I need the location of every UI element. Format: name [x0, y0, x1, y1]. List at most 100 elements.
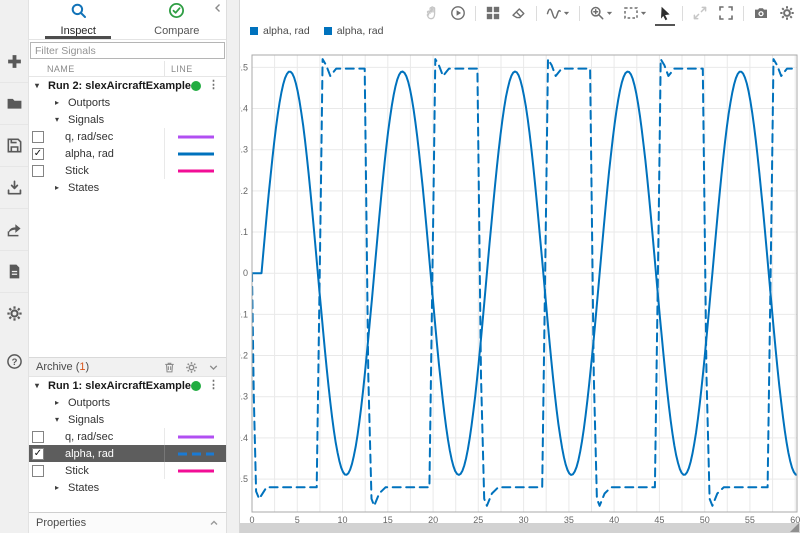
- plot-settings-button[interactable]: [778, 4, 796, 22]
- tree-collapsed-arrow-icon[interactable]: ▸: [55, 483, 64, 492]
- pan-tool-button[interactable]: [423, 4, 441, 22]
- play-circle-icon: [450, 5, 466, 21]
- signal-checkbox[interactable]: ✓: [32, 148, 44, 160]
- signal-line-swatch[interactable]: [178, 452, 214, 456]
- caret-down-icon: [640, 10, 647, 17]
- group-label: Signals: [68, 114, 104, 126]
- sidebar-tabs: Inspect Compare: [29, 0, 226, 40]
- legend-label: alpha, rad: [263, 25, 310, 37]
- run-row[interactable]: ▾Run 1: slexAircraftExample⋮: [29, 377, 226, 394]
- signal-row[interactable]: ✓ alpha, rad: [29, 145, 226, 162]
- archive-collapse-chevron-down-icon[interactable]: [207, 361, 220, 374]
- signal-checkbox[interactable]: ✓: [32, 448, 44, 460]
- sidebar-collapse-button[interactable]: [212, 2, 224, 14]
- fullscreen-button[interactable]: [717, 4, 735, 22]
- compare-check-icon: [168, 2, 185, 22]
- run-menu-kebab-icon[interactable]: ⋮: [208, 80, 219, 91]
- signal-checkbox[interactable]: [32, 165, 44, 177]
- tree-group-row[interactable]: ▸States: [29, 479, 226, 496]
- resize-grip-icon[interactable]: [790, 523, 799, 532]
- expand-button[interactable]: [691, 4, 709, 22]
- archive-header[interactable]: Archive (1): [29, 357, 226, 377]
- signal-row[interactable]: Stick: [29, 162, 226, 179]
- signal-line-swatch[interactable]: [178, 169, 214, 173]
- column-header-line: LINE: [164, 61, 226, 76]
- fit-to-view-button[interactable]: [622, 4, 648, 22]
- legend-swatch: [250, 27, 258, 35]
- tree-collapsed-arrow-icon[interactable]: ▸: [55, 183, 64, 192]
- zoom-icon: [589, 5, 605, 21]
- simulation-data-inspector-window: ? Inspect Compare NAME: [0, 0, 800, 533]
- signal-row[interactable]: Stick: [29, 462, 226, 479]
- replay-button[interactable]: [449, 4, 467, 22]
- help-button[interactable]: ?: [0, 340, 28, 382]
- signal-checkbox[interactable]: [32, 431, 44, 443]
- signal-name: alpha, rad: [65, 148, 114, 160]
- plot-panel: alpha, radalpha, rad 0510152025303540455…: [240, 0, 800, 533]
- archive-settings-gear-icon[interactable]: [185, 361, 198, 374]
- group-label: Signals: [68, 414, 104, 426]
- create-report-button[interactable]: [0, 250, 28, 292]
- tree-group-row[interactable]: ▸Outports: [29, 94, 226, 111]
- preferences-button[interactable]: [0, 292, 28, 334]
- signal-name: q, rad/sec: [65, 431, 113, 443]
- svg-text:0: 0: [243, 268, 248, 278]
- new-button[interactable]: [0, 40, 28, 82]
- signal-line-swatch[interactable]: [178, 469, 214, 473]
- clear-subplot-button[interactable]: [510, 4, 528, 22]
- group-label: States: [68, 182, 99, 194]
- legend-item: alpha, rad: [324, 25, 384, 37]
- signal-table-header: NAME LINE: [29, 61, 226, 77]
- panel-splitter[interactable]: [226, 0, 240, 533]
- signal-checkbox[interactable]: [32, 131, 44, 143]
- tree-collapsed-arrow-icon[interactable]: ▸: [55, 98, 64, 107]
- save-button[interactable]: [0, 124, 28, 166]
- grid-layout-icon: [485, 5, 501, 21]
- tab-inspect[interactable]: Inspect: [29, 0, 128, 39]
- tree-group-row[interactable]: ▸ Outports: [29, 394, 226, 411]
- archive-title: Archive (1): [36, 361, 154, 373]
- svg-text:?: ?: [11, 356, 17, 367]
- signal-line-swatch[interactable]: [178, 435, 214, 439]
- toolbar-separator: [579, 6, 580, 21]
- import-button[interactable]: [0, 166, 28, 208]
- tree-expanded-arrow-icon[interactable]: ▾: [35, 381, 44, 390]
- open-button[interactable]: [0, 82, 28, 124]
- svg-text:0.5: 0.5: [240, 62, 248, 72]
- signal-name: alpha, rad: [65, 448, 114, 460]
- signal-line-swatch[interactable]: [178, 135, 214, 139]
- tree-expanded-arrow-icon[interactable]: ▾: [35, 81, 44, 90]
- signal-checkbox[interactable]: [32, 465, 44, 477]
- run-menu-kebab-icon[interactable]: ⋮: [208, 380, 219, 391]
- signal-line-swatch[interactable]: [178, 152, 214, 156]
- signal-name: q, rad/sec: [65, 131, 113, 143]
- group-label: Outports: [68, 397, 110, 409]
- export-button[interactable]: [0, 208, 28, 250]
- properties-bar[interactable]: Properties: [29, 512, 226, 533]
- tree-collapsed-arrow-icon[interactable]: ▸: [55, 398, 64, 407]
- zoom-button[interactable]: [588, 4, 614, 22]
- run2-tree: ▾Run 2: slexAircraftExample[Current]⋮▸Ou…: [29, 77, 226, 196]
- signal-row[interactable]: q, rad/sec: [29, 128, 226, 145]
- plot-toolbar: [240, 0, 800, 26]
- layout-button[interactable]: [484, 4, 502, 22]
- toolbar-separator: [475, 6, 476, 21]
- tree-expanded-arrow-icon[interactable]: ▾: [55, 115, 64, 124]
- eraser-icon: [511, 5, 527, 21]
- tree-group-row[interactable]: ▾ Signals: [29, 411, 226, 428]
- tree-expanded-arrow-icon[interactable]: ▾: [55, 415, 64, 424]
- run-row[interactable]: ▾Run 2: slexAircraftExample[Current]⋮: [29, 77, 226, 94]
- tree-group-row[interactable]: ▾ Signals: [29, 111, 226, 128]
- signal-options-button[interactable]: [545, 4, 571, 22]
- snapshot-button[interactable]: [752, 4, 770, 22]
- filter-signals-input[interactable]: [30, 42, 225, 59]
- toolbar-separator: [682, 6, 683, 21]
- time-plot[interactable]: 0510152025303540455055600.50.40.30.20.10…: [240, 46, 800, 530]
- signal-row[interactable]: ✓ alpha, rad: [29, 445, 226, 462]
- tree-group-row[interactable]: ▸ States: [29, 179, 226, 196]
- pointer-tool-button[interactable]: [656, 4, 674, 22]
- svg-text:0.2: 0.2: [240, 186, 248, 196]
- svg-text:-0.5: -0.5: [240, 474, 248, 484]
- trash-icon[interactable]: [163, 361, 176, 374]
- signal-row[interactable]: q, rad/sec: [29, 428, 226, 445]
